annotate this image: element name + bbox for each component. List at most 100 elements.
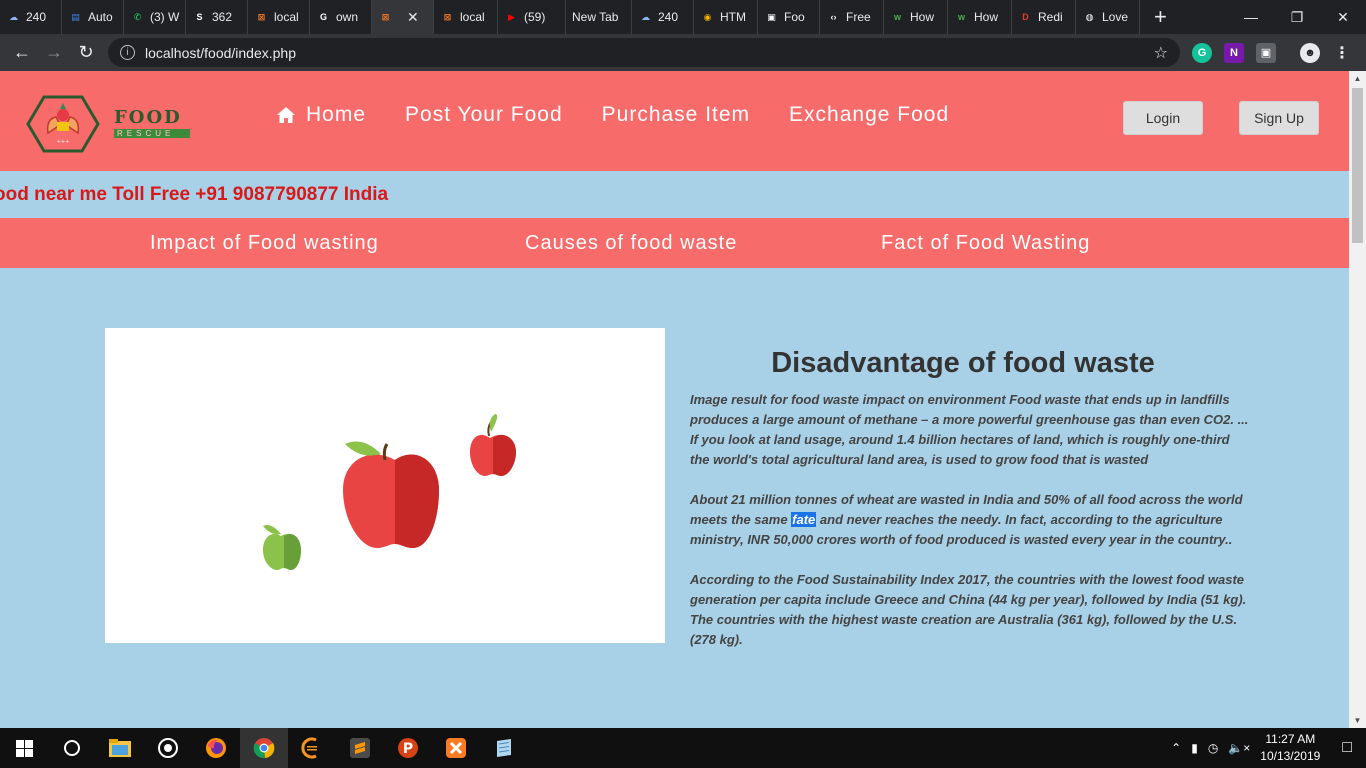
browser-tab[interactable]: ‹› Free (820, 0, 884, 34)
cloud-icon: ☁ (641, 11, 650, 22)
apples-icon (263, 414, 516, 570)
article-paragraph-1: Image result for food waste impact on en… (690, 392, 1249, 467)
media-player-icon (158, 738, 178, 758)
nav-home-label: Home (306, 103, 367, 126)
close-tab-icon[interactable]: ✕ (407, 9, 419, 26)
browser-tab[interactable]: D Redi (1012, 0, 1076, 34)
marquee-ticker: ood near me Toll Free +91 9087790877 Ind… (0, 171, 1349, 218)
start-button[interactable] (0, 728, 48, 768)
browser-tab[interactable]: Gown (310, 0, 372, 34)
minimize-icon[interactable]: — (1228, 9, 1274, 26)
browser-tab[interactable]: ◍ Love (1076, 0, 1140, 34)
reload-icon[interactable]: ↻ (70, 42, 102, 63)
tab-label: Love (1102, 10, 1129, 24)
windows-logo-icon (15, 739, 33, 757)
browser-tab[interactable]: ✆ (3) W (124, 0, 186, 34)
subnav-causes[interactable]: Causes of food waste (525, 232, 737, 255)
google-icon: G (319, 12, 327, 22)
battery-icon[interactable]: ▮ (1191, 741, 1198, 755)
nav-home[interactable]: Home (276, 103, 366, 127)
bookmark-star-icon[interactable]: ☆ (1154, 43, 1168, 63)
tray-chevron-icon[interactable]: ⌃ (1171, 741, 1181, 755)
profile-avatar[interactable]: ☻ (1300, 42, 1320, 63)
notifications-icon[interactable]: □ (1342, 739, 1352, 757)
search-button[interactable] (48, 728, 96, 768)
brand-name[interactable]: FOOD RESCUE (114, 107, 190, 138)
browser-tab[interactable]: ▤ Auto (62, 0, 124, 34)
scroll-down-icon[interactable]: ▼ (1349, 716, 1366, 725)
new-tab-button[interactable]: + (1140, 4, 1181, 30)
article-paragraph-3: According to the Food Sustainability Ind… (690, 572, 1247, 647)
maximize-icon[interactable]: ❐ (1274, 9, 1320, 26)
signup-button[interactable]: Sign Up (1239, 101, 1319, 135)
page-scrollbar[interactable]: ▲ ▼ (1349, 71, 1366, 728)
grammarly-icon[interactable]: G (1192, 42, 1212, 63)
onenote-icon[interactable]: N (1224, 42, 1244, 63)
menu-kebab-icon[interactable]: ⋮ (1332, 43, 1352, 63)
taskbar-sublime[interactable] (336, 728, 384, 768)
browser-tab[interactable]: w How (884, 0, 948, 34)
extension-icon[interactable]: ▣ (1256, 42, 1276, 63)
sub-nav: Impact of Food wasting Causes of food wa… (0, 218, 1349, 268)
info-icon[interactable]: i (120, 45, 135, 60)
eclipse-icon (301, 737, 317, 759)
back-icon[interactable]: ← (6, 42, 38, 63)
brand-title: FOOD (114, 107, 182, 128)
taskbar-xampp[interactable] (432, 728, 480, 768)
browser-tab[interactable]: w How (948, 0, 1012, 34)
xampp-icon: ⊠ (381, 11, 390, 22)
svg-text:+++: +++ (57, 139, 70, 145)
taskbar-chrome[interactable] (240, 728, 288, 768)
tab-label: Auto (88, 10, 113, 24)
browser-tab[interactable]: New Tab (566, 0, 632, 34)
tab-label: HTM (720, 10, 746, 24)
nav-exchange-food[interactable]: Exchange Food (789, 103, 949, 127)
tab-label: local (460, 10, 485, 24)
browser-tab[interactable]: ⊠ ✕ (372, 0, 434, 34)
forward-icon[interactable]: → (38, 42, 70, 63)
article-title: Disadvantage of food waste (771, 347, 1155, 379)
browser-toolbar: ← → ↻ i localhost/food/index.php ☆ G N ▣… (0, 34, 1366, 71)
tab-label: (3) W (150, 10, 180, 24)
tab-label: How (974, 10, 999, 24)
browser-tab[interactable]: ▣ Foo (758, 0, 820, 34)
taskbar-eclipse[interactable] (288, 728, 336, 768)
food-rescue-logo-icon[interactable]: +++ (26, 95, 100, 153)
whatsapp-icon: ✆ (133, 11, 142, 22)
taskbar-file-explorer[interactable] (96, 728, 144, 768)
nav-purchase-item[interactable]: Purchase Item (602, 103, 750, 127)
subnav-impact[interactable]: Impact of Food wasting (150, 232, 379, 255)
browser-tab[interactable]: S 362 (186, 0, 248, 34)
volume-muted-icon[interactable]: 🔈× (1228, 741, 1250, 755)
browser-tab[interactable]: ☁ 240 (632, 0, 694, 34)
login-button[interactable]: Login (1123, 101, 1203, 135)
tab-label: Redi (1038, 10, 1063, 24)
window-controls: — ❐ ✕ (1228, 9, 1366, 26)
taskbar-notes[interactable] (480, 728, 528, 768)
brand-subtitle: RESCUE (114, 129, 190, 138)
browser-tab[interactable]: ⊠ local (434, 0, 498, 34)
clock[interactable]: 11:27 AM 10/13/2019 (1260, 731, 1320, 765)
scroll-up-icon[interactable]: ▲ (1349, 74, 1366, 83)
web-page: +++ FOOD RESCUE Home Post Your Food Purc… (0, 71, 1349, 728)
nav-post-your-food[interactable]: Post Your Food (405, 103, 563, 127)
chrome-icon (253, 738, 275, 759)
browser-tab[interactable]: ▶ (59) (498, 0, 566, 34)
wifi-icon[interactable]: ◷ (1208, 741, 1218, 755)
xampp-icon: ⊠ (443, 11, 452, 22)
s-icon: S (196, 12, 203, 22)
taskbar-media[interactable] (144, 728, 192, 768)
selected-text: fate (791, 512, 817, 527)
taskbar-p-app[interactable]: P (384, 728, 432, 768)
browser-tab[interactable]: ◉ HTM (694, 0, 758, 34)
globe-icon: ◍ (1085, 11, 1094, 22)
subnav-facts[interactable]: Fact of Food Wasting (881, 232, 1090, 255)
notes-icon (497, 739, 511, 757)
scrollbar-thumb[interactable] (1352, 88, 1363, 243)
p-app-icon: P (398, 738, 418, 758)
browser-tab[interactable]: ☁ 240 (0, 0, 62, 34)
close-window-icon[interactable]: ✕ (1320, 9, 1366, 26)
taskbar-firefox[interactable] (192, 728, 240, 768)
address-bar[interactable]: i localhost/food/index.php ☆ (108, 38, 1180, 67)
browser-tab[interactable]: ⊠ local (248, 0, 310, 34)
